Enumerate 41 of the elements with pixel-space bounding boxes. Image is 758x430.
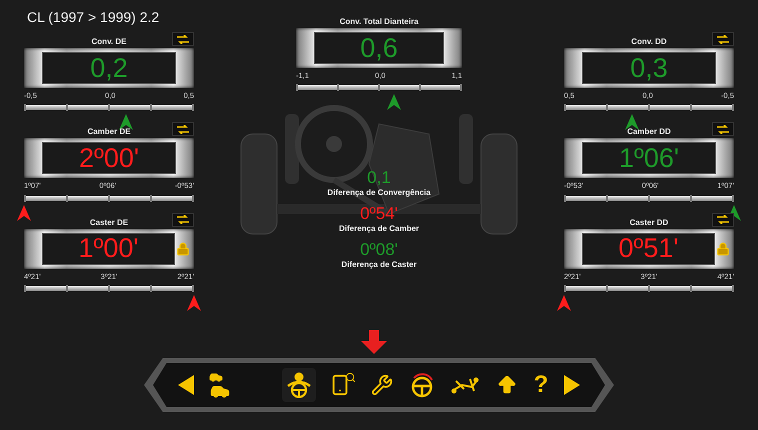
wrench-icon <box>371 374 394 396</box>
swap-button[interactable] <box>712 122 734 136</box>
previous-icon <box>178 375 194 395</box>
swap-icon <box>176 215 190 224</box>
gauge-title: Camber DE <box>87 126 131 138</box>
swap-button[interactable] <box>172 32 194 46</box>
swap-icon <box>716 34 730 44</box>
toolbar-button[interactable] <box>282 368 316 402</box>
up-arrow-icon <box>496 374 518 396</box>
driver-icon <box>285 372 314 398</box>
gauge-value: 1º06' <box>618 144 680 172</box>
swap-button[interactable] <box>712 212 734 226</box>
axle-icon <box>450 375 480 395</box>
difference-label: Diferença de Camber <box>338 223 420 236</box>
gauge-value: 0º51' <box>618 235 679 262</box>
gauge-title: Conv. DE <box>92 36 126 48</box>
gauge-title: Caster DE <box>90 216 128 228</box>
gauge-value: 0,2 <box>90 54 128 82</box>
swap-icon <box>716 215 730 224</box>
difference-label: Diferença de Caster <box>341 259 417 272</box>
gauge-title: Caster DD <box>630 216 668 228</box>
swap-button[interactable] <box>712 32 734 46</box>
swap-button[interactable] <box>172 212 194 226</box>
swap-icon <box>176 124 190 134</box>
gauge-title: Conv. Total Dianteira <box>340 16 418 28</box>
gauge-value: 1º00' <box>78 235 139 262</box>
difference-value: 0º08' <box>360 241 398 260</box>
next-icon <box>564 375 580 395</box>
help-button[interactable]: ? <box>530 368 552 402</box>
swap-icon <box>716 124 730 134</box>
swap-button[interactable] <box>172 122 194 136</box>
swap-icon <box>176 34 190 44</box>
gauge-value: 0,3 <box>630 54 668 82</box>
gauge-value: 2º00' <box>78 144 140 172</box>
gauge-title: Camber DD <box>627 126 671 138</box>
difference-value: 0º54' <box>360 205 398 224</box>
gauge-value: 0,6 <box>360 34 398 62</box>
difference-label: Diferença de Convergência <box>327 187 431 200</box>
gauge-title: Conv. DD <box>631 36 667 48</box>
difference-value: 0,1 <box>367 169 391 188</box>
vehicle-title: CL (1997 > 1999) 2.2 <box>27 8 160 27</box>
